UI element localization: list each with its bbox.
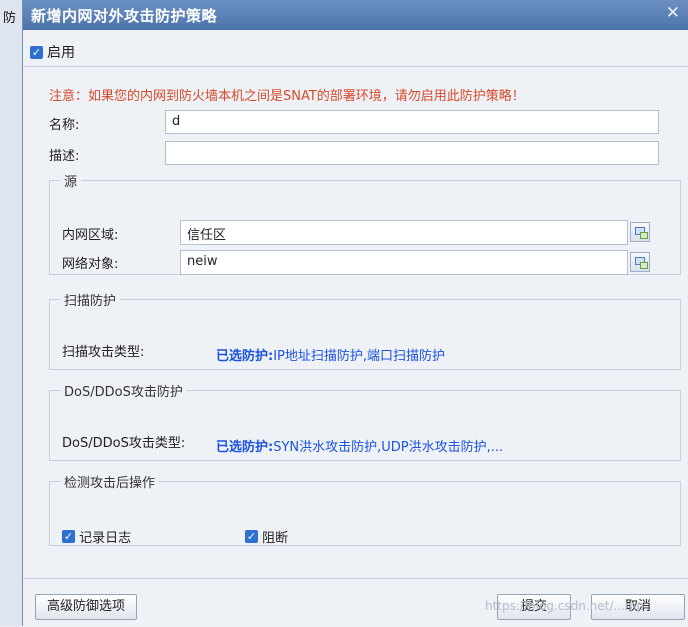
toolbar: ✓ 启用 bbox=[23, 34, 688, 67]
warning-notice: 注意：如果您的内网到防火墙本机之间是SNAT的部署环境，请勿启用此防护策略！ bbox=[49, 89, 525, 104]
close-icon[interactable]: ✕ bbox=[666, 3, 680, 23]
enable-checkbox[interactable]: ✓ 启用 bbox=[30, 42, 75, 62]
zone-picker-icon[interactable] bbox=[630, 222, 650, 242]
description-label: 描述: bbox=[49, 149, 80, 164]
dialog-title: 新增内网对外攻击防护策略 bbox=[31, 7, 218, 25]
scan-type-label: 扫描攻击类型: bbox=[62, 345, 145, 360]
dialog-titlebar[interactable]: 新增内网对外攻击防护策略 ✕ bbox=[23, 0, 688, 30]
dos-selected-prefix: 已选防护: bbox=[216, 440, 274, 455]
name-label: 名称: bbox=[49, 118, 80, 133]
log-label: 记录日志 bbox=[79, 531, 132, 546]
dialog-content: 注意：如果您的内网到防火墙本机之间是SNAT的部署环境，请勿启用此防护策略！ 名… bbox=[23, 67, 688, 577]
advanced-options-button[interactable]: 高级防御选项 bbox=[35, 594, 137, 620]
description-input[interactable] bbox=[165, 141, 659, 165]
block-label: 阻断 bbox=[262, 531, 289, 546]
dos-selected-link[interactable]: 已选防护:SYN洪水攻击防护,UDP洪水攻击防护,... bbox=[216, 436, 503, 455]
scan-selected-value: IP地址扫描防护,端口扫描防护 bbox=[273, 349, 446, 364]
scan-selected-link[interactable]: 已选防护:IP地址扫描防护,端口扫描防护 bbox=[216, 345, 445, 364]
checkbox-checked-icon: ✓ bbox=[30, 45, 43, 59]
name-input[interactable]: d bbox=[165, 110, 659, 134]
dialog: 新增内网对外攻击防护策略 ✕ ✓ 启用 注意：如果您的内网到防火墙本机之间是SNA… bbox=[22, 0, 688, 627]
object-label: 网络对象: bbox=[62, 257, 119, 272]
scan-selected-prefix: 已选防护: bbox=[216, 349, 274, 364]
dialog-footer: 高级防御选项 提交 取消 https://blog.csdn.net/...mp bbox=[23, 578, 688, 627]
scan-group: 扫描防护 扫描攻击类型: 已选防护:IP地址扫描防护,端口扫描防护 bbox=[49, 290, 681, 370]
block-checkbox[interactable]: ✓ 阻断 bbox=[245, 527, 288, 546]
dos-legend: DoS/DDoS攻击防护 bbox=[64, 385, 183, 400]
enable-label: 启用 bbox=[47, 45, 75, 61]
scan-legend: 扫描防护 bbox=[64, 294, 117, 309]
dos-type-label: DoS/DDoS攻击类型: bbox=[62, 436, 186, 451]
watermark: https://blog.csdn.net/...mp bbox=[485, 599, 645, 613]
object-picker-icon[interactable] bbox=[630, 252, 650, 272]
background-tab-label: 防 bbox=[3, 11, 17, 26]
zone-label: 内网区域: bbox=[62, 228, 119, 243]
dos-group: DoS/DDoS攻击防护 DoS/DDoS攻击类型: 已选防护:SYN洪水攻击防… bbox=[49, 381, 681, 461]
source-group: 源 内网区域: 信任区 网络对象: neiw bbox=[49, 171, 681, 275]
object-input[interactable]: neiw bbox=[180, 250, 628, 275]
checkbox-checked-icon: ✓ bbox=[245, 530, 258, 543]
background-window: 防 bbox=[0, 0, 23, 626]
action-group: 检测攻击后操作 ✓ 记录日志 ✓ 阻断 bbox=[49, 472, 681, 546]
log-checkbox[interactable]: ✓ 记录日志 bbox=[62, 527, 131, 546]
dos-selected-value: SYN洪水攻击防护,UDP洪水攻击防护,... bbox=[273, 440, 504, 455]
checkbox-checked-icon: ✓ bbox=[62, 530, 75, 543]
zone-input[interactable]: 信任区 bbox=[180, 220, 628, 245]
source-legend: 源 bbox=[64, 175, 78, 190]
action-legend: 检测攻击后操作 bbox=[64, 476, 156, 491]
